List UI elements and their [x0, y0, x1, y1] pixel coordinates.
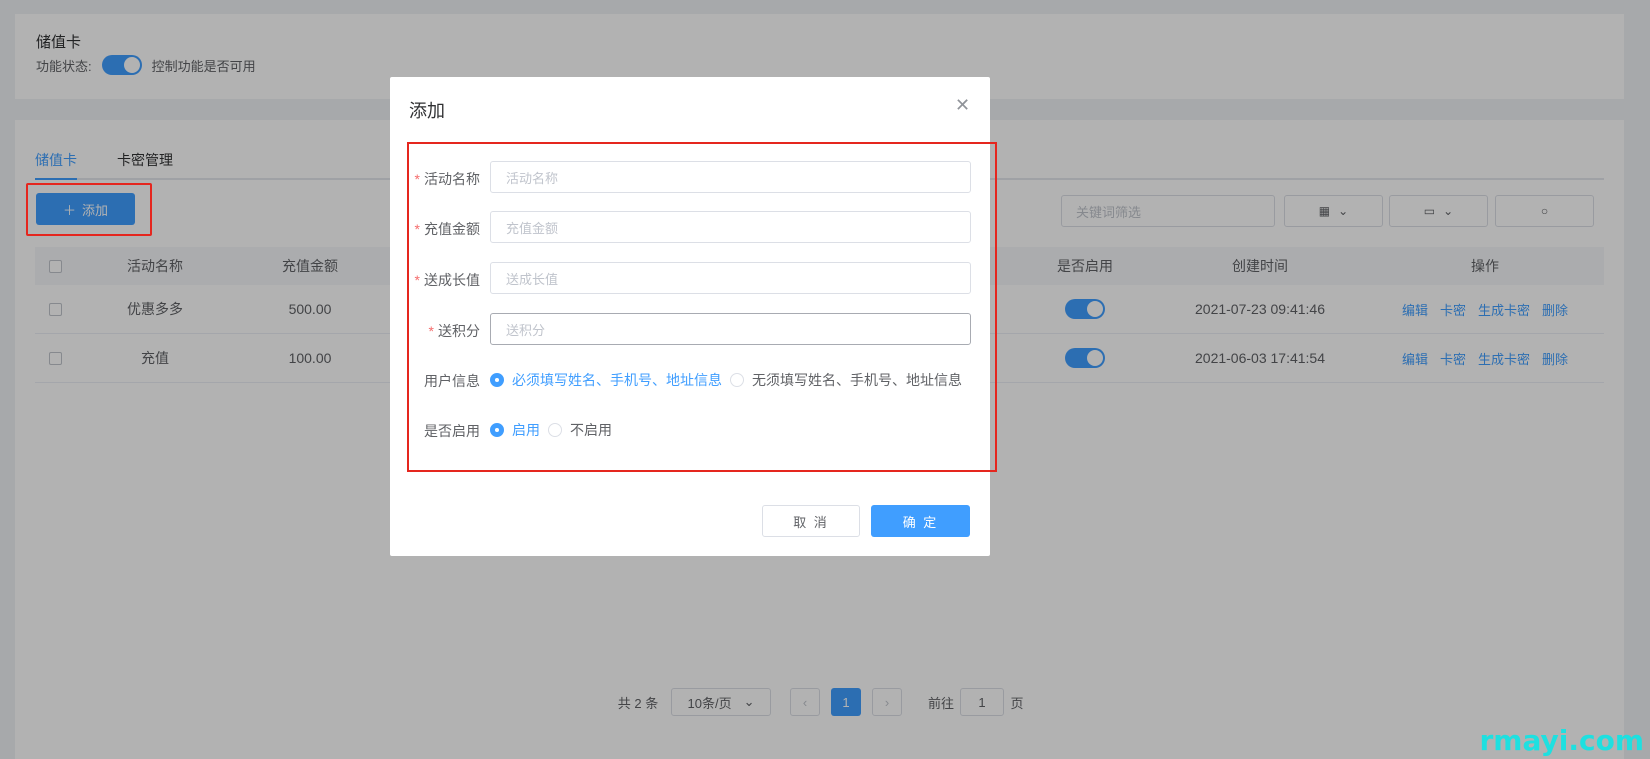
form-highlight	[407, 142, 997, 472]
close-icon[interactable]: ✕	[955, 95, 970, 116]
confirm-button[interactable]: 确 定	[871, 505, 970, 537]
cancel-button[interactable]: 取 消	[762, 505, 860, 537]
watermark: rmayi.com	[1479, 724, 1644, 757]
add-button-highlight	[26, 183, 152, 236]
dialog-title: 添加	[409, 101, 445, 121]
